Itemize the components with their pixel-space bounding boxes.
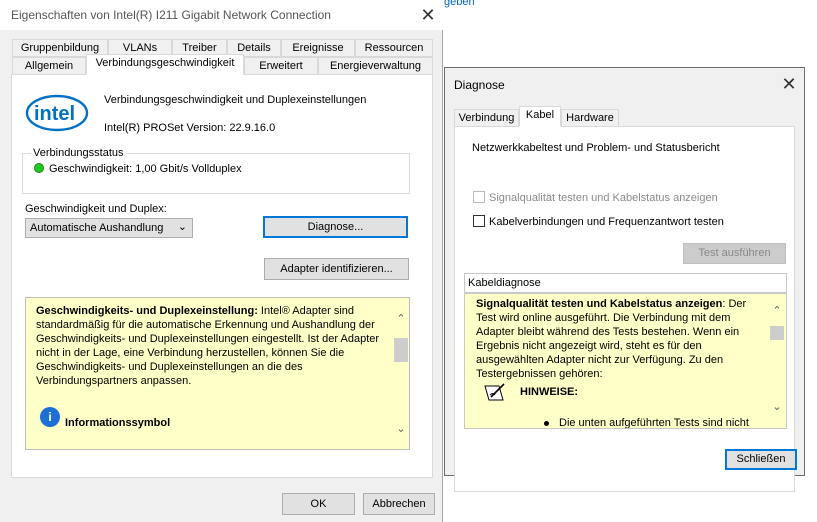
cable-connections-checkbox[interactable] xyxy=(473,215,485,227)
kabel-help-title: Signalqualität testen und Kabelstatus an… xyxy=(476,298,723,310)
note-pencil-icon xyxy=(484,383,505,401)
speed-heading: Verbindungsgeschwindigkeit und Duplexein… xyxy=(104,94,367,106)
kabel-help-text: Signalqualität testen und Kabelstatus an… xyxy=(476,297,758,381)
help-textbox[interactable]: Geschwindigkeits- und Duplexeinstellung:… xyxy=(25,297,410,450)
scroll-down-icon[interactable]: ⌄ xyxy=(393,422,409,435)
kabeldiagnose-field[interactable]: Kabeldiagnose xyxy=(464,273,787,293)
kabel-help-scrollbar[interactable]: ⌃ ⌄ xyxy=(769,304,785,416)
tab-verbindungsgeschwindigkeit[interactable]: Verbindungsgeschwindigkeit xyxy=(86,54,244,75)
ok-button[interactable]: OK xyxy=(282,493,355,515)
tab-allgemein[interactable]: Allgemein xyxy=(12,57,86,75)
tab-verbindung[interactable]: Verbindung xyxy=(454,109,519,127)
status-group-label: Verbindungsstatus xyxy=(31,147,126,159)
kabel-help-body: : Der Test wird online ausgeführt. Die V… xyxy=(476,298,747,380)
window-title: Eigenschaften von Intel(R) I211 Gigabit … xyxy=(11,8,331,22)
duplex-select-value: Automatische Aushandlung xyxy=(30,222,164,234)
close-button[interactable]: Schließen xyxy=(725,449,797,470)
help-text: Geschwindigkeits- und Duplexeinstellung:… xyxy=(36,304,388,388)
tab-ressourcen[interactable]: Ressourcen xyxy=(355,39,433,57)
tab-hardware[interactable]: Hardware xyxy=(561,109,619,127)
help-body: Intel® Adapter sind standardmäßig für di… xyxy=(36,305,380,387)
intel-logo: intel xyxy=(25,94,89,132)
signal-quality-checkbox[interactable] xyxy=(473,191,485,203)
speed-status-text: Geschwindigkeit: 1,00 Gbit/s Vollduplex xyxy=(49,163,242,175)
diagnose-close-icon[interactable]: ✕ xyxy=(778,73,800,95)
scroll-up-icon[interactable]: ⌃ xyxy=(393,312,409,325)
tab-erweitert[interactable]: Erweitert xyxy=(244,57,318,75)
link-status-led-icon xyxy=(34,163,44,173)
tab-kabel[interactable]: Kabel xyxy=(519,106,561,127)
kabel-scroll-down-icon[interactable]: ⌄ xyxy=(769,400,785,413)
kabel-scroll-thumb[interactable] xyxy=(770,326,784,340)
cable-connections-label: Kabelverbindungen und Frequenzantwort te… xyxy=(489,216,724,228)
properties-window: Eigenschaften von Intel(R) I211 Gigabit … xyxy=(0,0,443,522)
kabel-description: Netzwerkkabeltest und Problem- und Statu… xyxy=(472,142,720,154)
info-label: Informationssymbol xyxy=(65,417,171,429)
identify-adapter-button[interactable]: Adapter identifizieren... xyxy=(264,258,409,280)
tab-ereignisse[interactable]: Ereignisse xyxy=(281,39,355,57)
duplex-label: Geschwindigkeit und Duplex: xyxy=(25,203,167,215)
notes-label: HINWEISE: xyxy=(520,386,579,398)
help-title: Geschwindigkeits- und Duplexeinstellung: xyxy=(36,305,258,317)
tab-energieverwaltung[interactable]: Energieverwaltung xyxy=(318,57,433,75)
signal-quality-label: Signalqualität testen und Kabelstatus an… xyxy=(489,192,718,204)
intel-logo-text: intel xyxy=(34,103,75,125)
kabel-scroll-up-icon[interactable]: ⌃ xyxy=(769,304,785,317)
info-icon: i xyxy=(40,407,60,427)
proset-version: Intel(R) PROSet Version: 22.9.16.0 xyxy=(104,122,276,134)
scroll-thumb[interactable] xyxy=(394,338,408,362)
diagnose-dialog: Diagnose ✕ Verbindung Kabel Hardware Net… xyxy=(444,67,805,492)
help-scrollbar[interactable]: ⌃ ⌄ xyxy=(393,312,409,440)
diagnose-title: Diagnose xyxy=(454,78,505,92)
background-link-fragment[interactable]: geben xyxy=(444,0,475,8)
bullet-text: Die unten aufgeführten Tests sind nicht xyxy=(559,417,749,429)
kabel-help-textbox[interactable]: Signalqualität testen und Kabelstatus an… xyxy=(464,293,787,429)
kabeldiagnose-value: Kabeldiagnose xyxy=(468,277,541,289)
run-test-button[interactable]: Test ausführen xyxy=(683,243,786,264)
duplex-select[interactable]: Automatische Aushandlung ⌄ xyxy=(25,218,193,238)
bullet-icon xyxy=(544,421,549,426)
chevron-down-icon: ⌄ xyxy=(177,221,187,233)
properties-titlebar: Eigenschaften von Intel(R) I211 Gigabit … xyxy=(0,0,443,30)
close-icon[interactable]: ✕ xyxy=(417,4,439,26)
diagnose-button[interactable]: Diagnose... xyxy=(263,216,408,238)
cancel-button[interactable]: Abbrechen xyxy=(363,493,435,515)
